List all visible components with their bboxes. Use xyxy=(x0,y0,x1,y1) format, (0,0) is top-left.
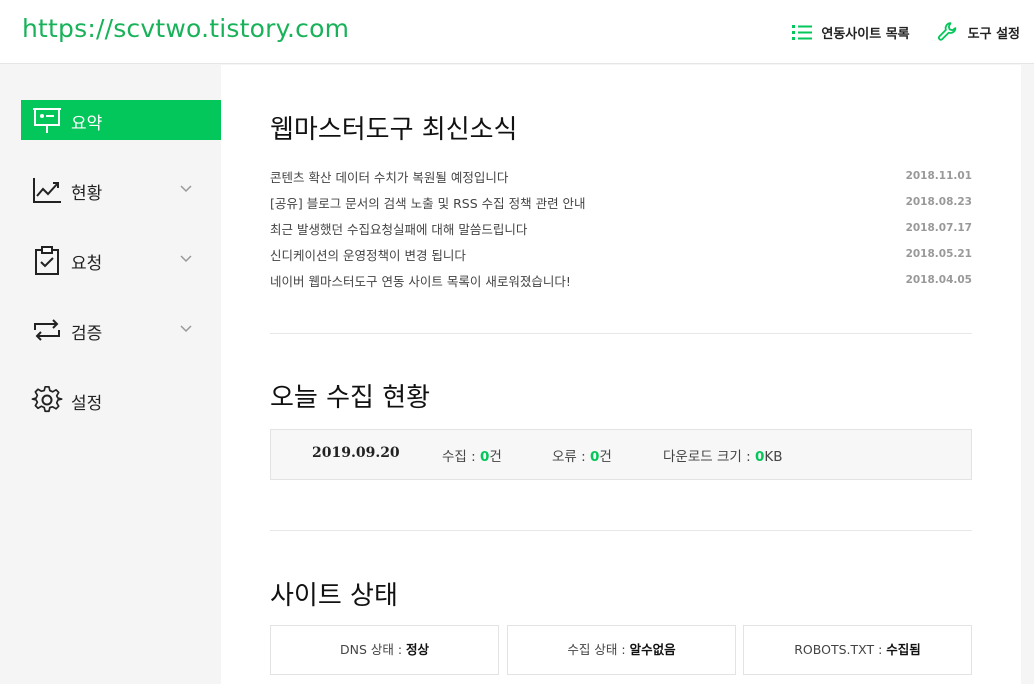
right-gutter xyxy=(1021,65,1034,684)
top-bar: https://scvtwo.tistory.com 연동사이트 목록 도구 설… xyxy=(0,0,1034,64)
news-date: 2018.05.21 xyxy=(905,248,972,260)
wrench-icon xyxy=(937,22,956,41)
sidebar-item-status[interactable]: 현황 xyxy=(21,170,221,210)
sidebar-item-label: 설정 xyxy=(71,394,103,414)
presentation-board-icon xyxy=(33,108,61,133)
top-actions: 연동사이트 목록 도구 설정 xyxy=(791,20,1020,44)
sidebar-item-label: 현황 xyxy=(71,184,103,204)
gear-icon xyxy=(31,385,63,413)
error-count: 오류 : 0건 xyxy=(552,449,612,465)
sidebar-item-summary[interactable]: 요약 xyxy=(21,100,221,140)
robots-status-box: ROBOTS.TXT : 수집됨 xyxy=(743,625,972,675)
news-title[interactable]: 최근 발생했던 수집요청실패에 대해 말씀드립니다 xyxy=(270,219,527,238)
collect-status-label: 수집 상태 : xyxy=(567,642,630,657)
refresh-arrows-icon xyxy=(34,319,60,341)
sidebar-item-label: 검증 xyxy=(71,324,103,344)
linked-sites-label: 연동사이트 목록 xyxy=(821,26,910,42)
dns-status-label: DNS 상태 : xyxy=(339,642,407,657)
list-item[interactable]: 신디케이션의 운영정책이 변경 됩니다 2018.05.21 xyxy=(270,241,972,267)
sidebar-item-label: 요청 xyxy=(71,254,103,274)
robots-status-value: 수집됨 xyxy=(886,642,921,657)
collect-status-value: 알수없음 xyxy=(629,642,676,657)
news-title[interactable]: 신디케이션의 운영정책이 변경 됩니다 xyxy=(270,245,466,264)
sidebar: 요약 현황 요청 검증 설정 xyxy=(0,65,221,684)
site-url[interactable]: https://scvtwo.tistory.com xyxy=(22,14,349,43)
linked-sites-button[interactable]: 연동사이트 목록 xyxy=(791,22,910,42)
tool-settings-button[interactable]: 도구 설정 xyxy=(936,20,1020,44)
collect-count: 수집 : 0건 xyxy=(442,449,502,465)
dns-status-value: 정상 xyxy=(406,642,430,657)
main-content: 웹마스터도구 최신소식 콘텐츠 확산 데이터 수치가 복원될 예정입니다 201… xyxy=(221,65,1021,684)
clipboard-check-icon xyxy=(35,246,59,275)
list-item[interactable]: 콘텐츠 확산 데이터 수치가 복원될 예정입니다 2018.11.01 xyxy=(270,163,972,189)
dns-status-box: DNS 상태 : 정상 xyxy=(270,625,499,675)
list-icon xyxy=(792,25,813,40)
today-section-title: 오늘 수집 현황 xyxy=(270,383,431,413)
news-list: 콘텐츠 확산 데이터 수치가 복원될 예정입니다 2018.11.01 [공유]… xyxy=(270,163,972,293)
news-title[interactable]: 네이버 웹마스터도구 연동 사이트 목록이 새로워졌습니다! xyxy=(270,271,571,290)
sidebar-item-settings[interactable]: 설정 xyxy=(21,380,221,420)
news-date: 2018.04.05 xyxy=(905,274,972,286)
news-title[interactable]: 콘텐츠 확산 데이터 수치가 복원될 예정입니다 xyxy=(270,167,508,186)
tool-settings-label: 도구 설정 xyxy=(967,26,1020,42)
robots-status-label: ROBOTS.TXT : xyxy=(794,642,887,657)
news-date: 2018.08.23 xyxy=(905,196,972,208)
stats-date: 2019.09.20 xyxy=(312,445,400,461)
news-section-title: 웹마스터도구 최신소식 xyxy=(270,115,518,145)
chevron-down-icon xyxy=(180,255,192,263)
list-item[interactable]: 네이버 웹마스터도구 연동 사이트 목록이 새로워졌습니다! 2018.04.0… xyxy=(270,267,972,293)
chevron-down-icon xyxy=(180,325,192,333)
list-item[interactable]: [공유] 블로그 문서의 검색 노출 및 RSS 수집 정책 관련 안내 201… xyxy=(270,189,972,215)
download-size: 다운로드 크기 : 0KB xyxy=(663,449,783,465)
collect-status-box: 수집 상태 : 알수없음 xyxy=(507,625,736,675)
site-status-section-title: 사이트 상태 xyxy=(270,581,398,611)
chevron-down-icon xyxy=(180,185,192,193)
divider xyxy=(270,530,972,531)
trend-chart-icon xyxy=(33,178,61,203)
sidebar-item-verify[interactable]: 검증 xyxy=(21,310,221,350)
today-stats-box: 2019.09.20 수집 : 0건 오류 : 0건 다운로드 크기 : 0KB xyxy=(270,429,972,480)
divider xyxy=(270,333,972,334)
list-item[interactable]: 최근 발생했던 수집요청실패에 대해 말씀드립니다 2018.07.17 xyxy=(270,215,972,241)
sidebar-item-request[interactable]: 요청 xyxy=(21,240,221,280)
sidebar-item-label: 요약 xyxy=(71,114,103,134)
news-title[interactable]: [공유] 블로그 문서의 검색 노출 및 RSS 수집 정책 관련 안내 xyxy=(270,193,586,212)
news-date: 2018.07.17 xyxy=(905,222,972,234)
news-date: 2018.11.01 xyxy=(905,170,972,182)
